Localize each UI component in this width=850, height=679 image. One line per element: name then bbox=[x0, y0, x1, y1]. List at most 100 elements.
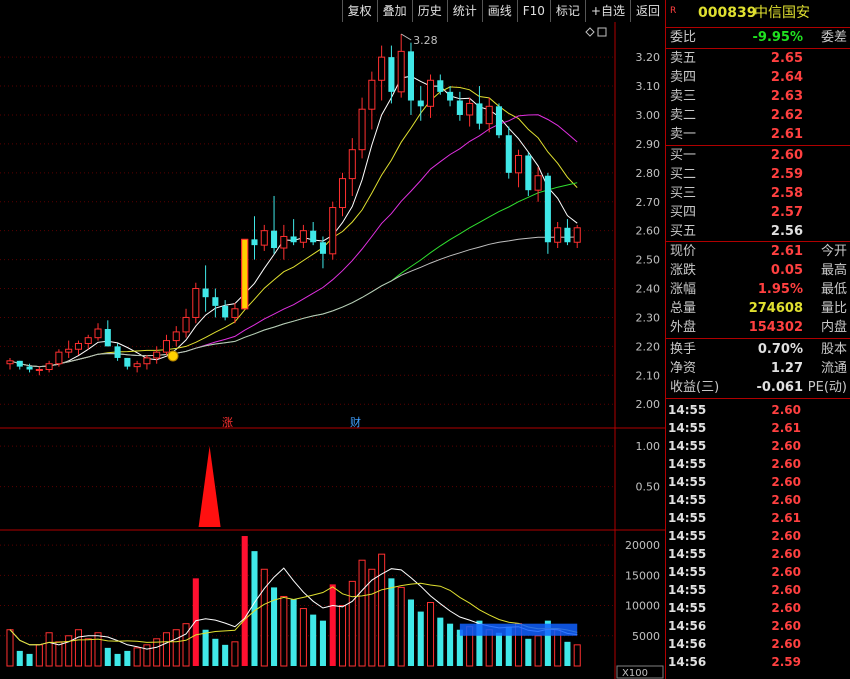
volume-bar bbox=[525, 638, 532, 666]
coin-icon[interactable] bbox=[167, 350, 179, 362]
bid-row-1-label: 买二 bbox=[670, 167, 697, 182]
candle-body bbox=[388, 57, 395, 92]
volume-bar bbox=[348, 580, 356, 667]
toolbar-button-8[interactable]: 返回 bbox=[629, 0, 665, 22]
tick-time: 14:55 bbox=[668, 493, 707, 507]
toolbar-button-2[interactable]: 历史 bbox=[411, 0, 447, 22]
volume-band bbox=[459, 623, 578, 636]
diamond-icon[interactable] bbox=[585, 27, 595, 37]
volume-bar bbox=[94, 632, 102, 667]
tick-price: 2.60 bbox=[771, 601, 801, 615]
candle-body bbox=[358, 108, 366, 151]
candle-body bbox=[338, 178, 347, 209]
tick-row: 14:55 2.61 bbox=[666, 419, 850, 437]
quote-row-1-value: 0.05 bbox=[770, 263, 803, 278]
candle-body bbox=[65, 348, 73, 353]
quote-row-0-label2: 今开 bbox=[820, 244, 847, 259]
toolbar: 复权 叠加 历史 统计 画线 F10 标记 +自选 返回 bbox=[341, 0, 665, 22]
volume-bar bbox=[182, 623, 190, 667]
tick-price: 2.60 bbox=[771, 637, 801, 651]
candle-body bbox=[162, 340, 171, 353]
bid-row-0-value: 2.60 bbox=[770, 148, 803, 163]
bid-row-3-value: 2.57 bbox=[770, 205, 803, 220]
bid-row-2-label: 买三 bbox=[670, 186, 697, 201]
tick-row: 14:55 2.60 bbox=[666, 545, 850, 563]
event-marker-limit: 涨 bbox=[222, 416, 233, 429]
volume-bar bbox=[573, 644, 581, 667]
volume-bar bbox=[495, 632, 503, 666]
candle-body bbox=[290, 236, 297, 243]
candle-body bbox=[564, 227, 571, 243]
volume-bar bbox=[143, 644, 151, 667]
candle-body bbox=[182, 316, 190, 333]
tick-row: 14:55 2.60 bbox=[666, 527, 850, 545]
ma60-line bbox=[9, 236, 578, 368]
tick-row: 14:56 2.60 bbox=[666, 617, 850, 635]
toolbar-button-1[interactable]: 叠加 bbox=[376, 0, 412, 22]
quote-row-2: 涨幅 1.95% 最低 bbox=[666, 281, 850, 299]
tick-time: 14:56 bbox=[668, 655, 707, 669]
volume-bar bbox=[290, 599, 297, 666]
volume-bar bbox=[564, 641, 571, 666]
volume-bar bbox=[329, 584, 336, 666]
chart-area[interactable]: 3.20 3.10 3.00 2.90 2.80 2.70 2.60 2.50 2.40 2.30… bbox=[0, 0, 665, 679]
candle-body bbox=[55, 351, 63, 365]
tick-time: 14:55 bbox=[668, 421, 707, 435]
tick-price: 2.61 bbox=[771, 511, 801, 525]
tick-row: 14:55 2.61 bbox=[666, 509, 850, 527]
toolbar-button-4[interactable]: 画线 bbox=[481, 0, 517, 22]
y-tick-label: 3.10 bbox=[636, 80, 661, 93]
volume-bar bbox=[310, 614, 317, 666]
high-pointer bbox=[400, 33, 412, 41]
candle-body bbox=[368, 79, 376, 110]
toolbar-button-7[interactable]: +自选 bbox=[584, 0, 630, 22]
y-tick-label: 2.50 bbox=[636, 254, 661, 267]
candle-body bbox=[84, 337, 92, 344]
candle-body bbox=[515, 154, 523, 174]
candle-body bbox=[114, 346, 121, 358]
order-diff-label: 委差 bbox=[820, 30, 847, 45]
toolbar-button-6[interactable]: 标记 bbox=[549, 0, 585, 22]
indicator-tick-label: 1.00 bbox=[636, 440, 661, 453]
volume-bar bbox=[16, 650, 23, 666]
toolbar-button-0[interactable]: 复权 bbox=[341, 0, 377, 22]
tick-row: 14:56 2.60 bbox=[666, 635, 850, 653]
bid-row-4: 买五 2.56 bbox=[666, 223, 850, 241]
tick-price: 2.60 bbox=[771, 475, 801, 489]
bid-row-1: 买二 2.59 bbox=[666, 166, 850, 184]
high-annotation: 3.28 bbox=[413, 34, 438, 47]
volume-bar bbox=[280, 595, 288, 667]
candle-body bbox=[271, 230, 278, 249]
ma40-line bbox=[9, 182, 578, 368]
y-tick-label: 2.30 bbox=[636, 311, 661, 324]
order-ratio-label: 委比 bbox=[670, 30, 697, 45]
volume-bar bbox=[338, 605, 347, 667]
candle-body bbox=[172, 331, 180, 342]
y-tick-label: 2.40 bbox=[636, 283, 661, 296]
window-icon[interactable] bbox=[597, 27, 607, 37]
candle-body bbox=[319, 242, 326, 254]
tick-price: 2.60 bbox=[771, 493, 801, 507]
order-ratio-value: -9.95% bbox=[752, 30, 804, 45]
quote-row-0-label: 现价 bbox=[670, 244, 697, 259]
volume-bar bbox=[74, 629, 82, 667]
tick-price: 2.60 bbox=[771, 403, 801, 417]
toolbar-button-5[interactable]: F10 bbox=[516, 0, 550, 22]
toolbar-button-3[interactable]: 统计 bbox=[446, 0, 482, 22]
candle-body bbox=[485, 105, 493, 125]
tick-time: 14:55 bbox=[668, 565, 707, 579]
quote2-row-2-label: 收益(三) bbox=[670, 380, 720, 395]
volume-tick-label: 15000 bbox=[625, 569, 660, 582]
candle-body bbox=[505, 135, 512, 173]
candle-body bbox=[299, 230, 307, 243]
quote2-row-0-label2: 股本 bbox=[820, 342, 847, 357]
kline-chart[interactable]: 3.20 3.10 3.00 2.90 2.80 2.70 2.60 2.50 2.40 2.30… bbox=[0, 0, 665, 679]
quote-panel: R 000839 中信国安 委比 -9.95% 委差 卖五 2.65 卖四 2.64 卖… bbox=[665, 0, 850, 679]
volume-unit-label: X100 bbox=[622, 668, 648, 679]
y-tick-label: 2.10 bbox=[636, 369, 661, 382]
tick-row: 14:55 2.60 bbox=[666, 563, 850, 581]
ask-row-4: 卖一 2.61 bbox=[666, 126, 850, 144]
ask-row-4-value: 2.61 bbox=[770, 127, 803, 142]
volume-bar bbox=[251, 551, 258, 666]
bid-row-4-label: 买五 bbox=[670, 224, 697, 239]
